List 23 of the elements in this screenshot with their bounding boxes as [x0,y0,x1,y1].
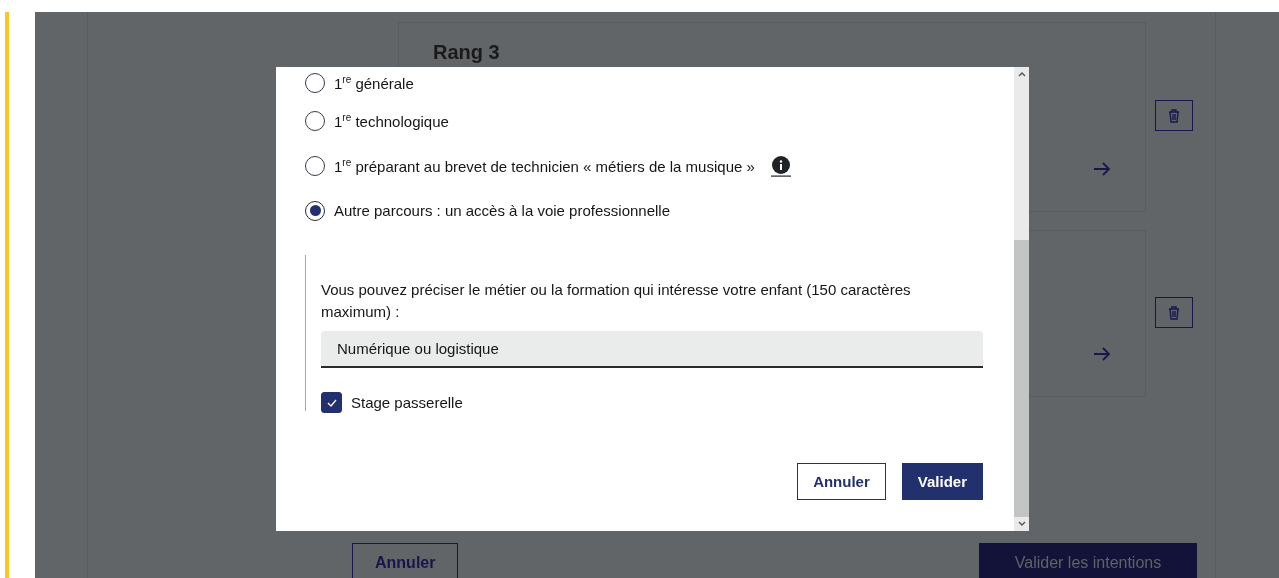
info-icon[interactable] [769,154,792,177]
delete-button[interactable] [1155,297,1193,328]
input-field[interactable]: Numérique ou logistique [321,331,983,368]
option-label: 1$^{re}$ préparant au brevet de technicien « métiers de la musique » [334,156,755,175]
field-label: Vous pouvez préciser le métier ou la formation qui intéresse votre enfant (150 caractères maximum) : [321,280,912,322]
scrollbar[interactable] [1014,67,1029,531]
checkmark-icon [326,398,337,407]
trash-icon [1168,305,1180,320]
dialog-button[interactable]: Valider [901,463,983,500]
dialog-button[interactable]: Annuler [797,463,886,500]
option-label: 1$^{re}$ technologique [334,111,449,130]
option-label: 1$^{re}$ générale [334,74,414,92]
arrow-right-icon[interactable] [1093,161,1111,177]
checkbox-label: Stage passerelle [351,394,463,411]
option-label: Autre parcours : un accès à la voie professionnelle [334,202,671,219]
trash-icon [1168,108,1180,123]
delete-button[interactable] [1155,100,1193,131]
scroll-thumb[interactable] [1014,240,1029,517]
arrow-right-icon[interactable] [1093,346,1111,362]
checkbox[interactable] [321,392,342,413]
scroll-down-icon[interactable] [1016,520,1027,528]
scroll-up-icon[interactable] [1016,70,1027,78]
card-title: Rang 3 [433,41,500,64]
